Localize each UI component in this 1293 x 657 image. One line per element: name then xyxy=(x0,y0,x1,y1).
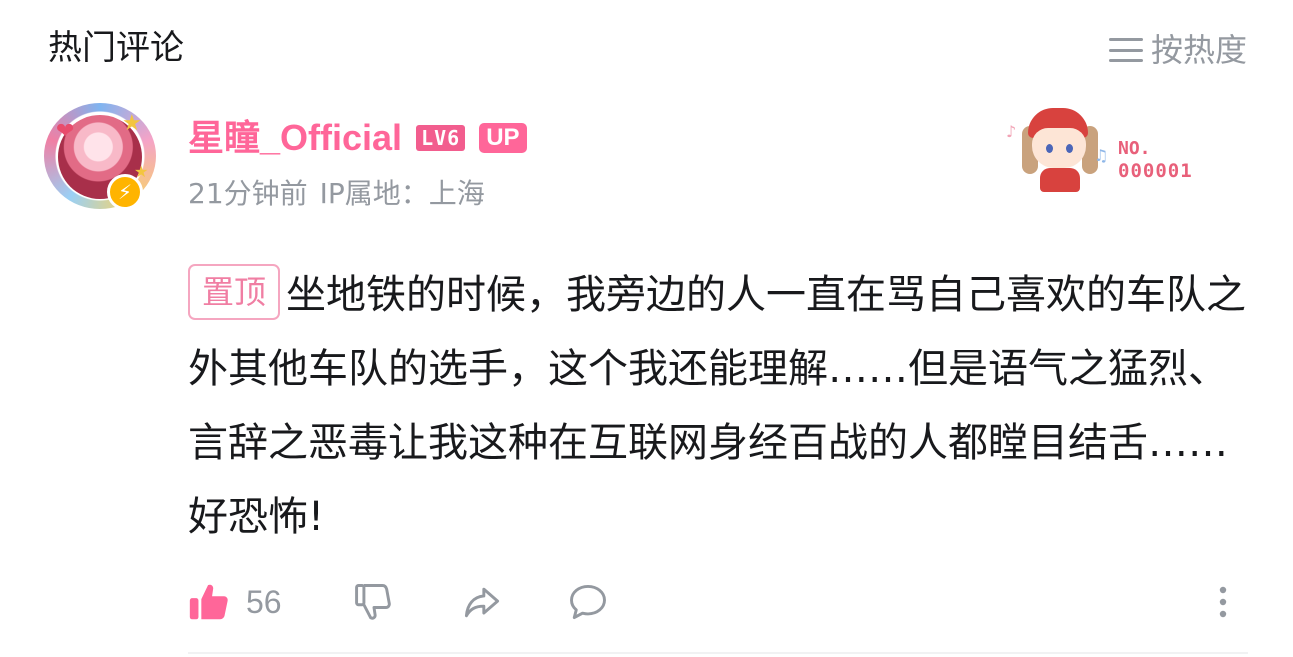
verify-badge: ⚡ xyxy=(107,174,143,210)
divider xyxy=(188,652,1248,654)
thumbs-up-filled-icon xyxy=(189,584,228,620)
pinned-tag: 置顶 xyxy=(188,264,281,320)
share-arrow-icon xyxy=(464,587,500,618)
comment-text-block: 置顶 坐地铁的时候，我旁边的人一直在骂自己喜欢的车队之外其他车队的选手，这个我还能… xyxy=(188,258,1248,554)
comment-meta: 21分钟前 IP属地：上海 xyxy=(188,174,485,214)
speech-bubble-icon xyxy=(570,584,606,620)
lightning-icon: ⚡ xyxy=(117,180,133,204)
username[interactable]: 星瞳_Official xyxy=(188,116,402,160)
fan-badge[interactable]: ♪ ♫ NO. 000001 xyxy=(1006,102,1216,198)
user-info: 星瞳_Official LV6 UP xyxy=(188,116,527,160)
music-note-icon: ♪ xyxy=(1006,122,1017,141)
fan-badge-character xyxy=(1016,102,1098,194)
more-options-button[interactable] xyxy=(1208,576,1238,628)
reply-button[interactable] xyxy=(566,576,610,628)
sort-label: 按热度 xyxy=(1150,31,1247,69)
sort-button[interactable]: 按热度 xyxy=(1108,28,1247,72)
level-badge: LV6 xyxy=(416,125,466,151)
fan-badge-no: NO. xyxy=(1118,138,1151,159)
comment-text: 坐地铁的时候，我旁边的人一直在骂自己喜欢的车队之外其他车队的选手，这个我还能理解… xyxy=(188,272,1247,540)
music-note-icon: ♫ xyxy=(1094,146,1109,165)
thumbs-down-outline-icon xyxy=(355,584,391,620)
share-button[interactable] xyxy=(460,576,504,628)
comment-time: 21分钟前 xyxy=(188,177,308,210)
action-bar: 56 xyxy=(186,576,1246,628)
menu-lines-icon xyxy=(1108,35,1143,65)
vertical-dots-icon xyxy=(1219,586,1227,618)
like-count: 56 xyxy=(246,583,282,620)
section-title: 热门评论 xyxy=(48,28,184,68)
like-button[interactable]: 56 xyxy=(186,576,282,628)
ip-location: IP属地：上海 xyxy=(319,177,485,210)
up-badge: UP xyxy=(479,123,527,153)
star-icon: ★ xyxy=(122,111,142,136)
heart-icon: ❤ xyxy=(56,119,75,144)
comment-section: 热门评论 按热度 ❤ ★ ★ ⚡ 星瞳_Official LV6 UP 21分钟… xyxy=(0,0,1293,657)
fan-badge-number: 000001 xyxy=(1118,160,1193,182)
dislike-button[interactable] xyxy=(352,576,396,628)
